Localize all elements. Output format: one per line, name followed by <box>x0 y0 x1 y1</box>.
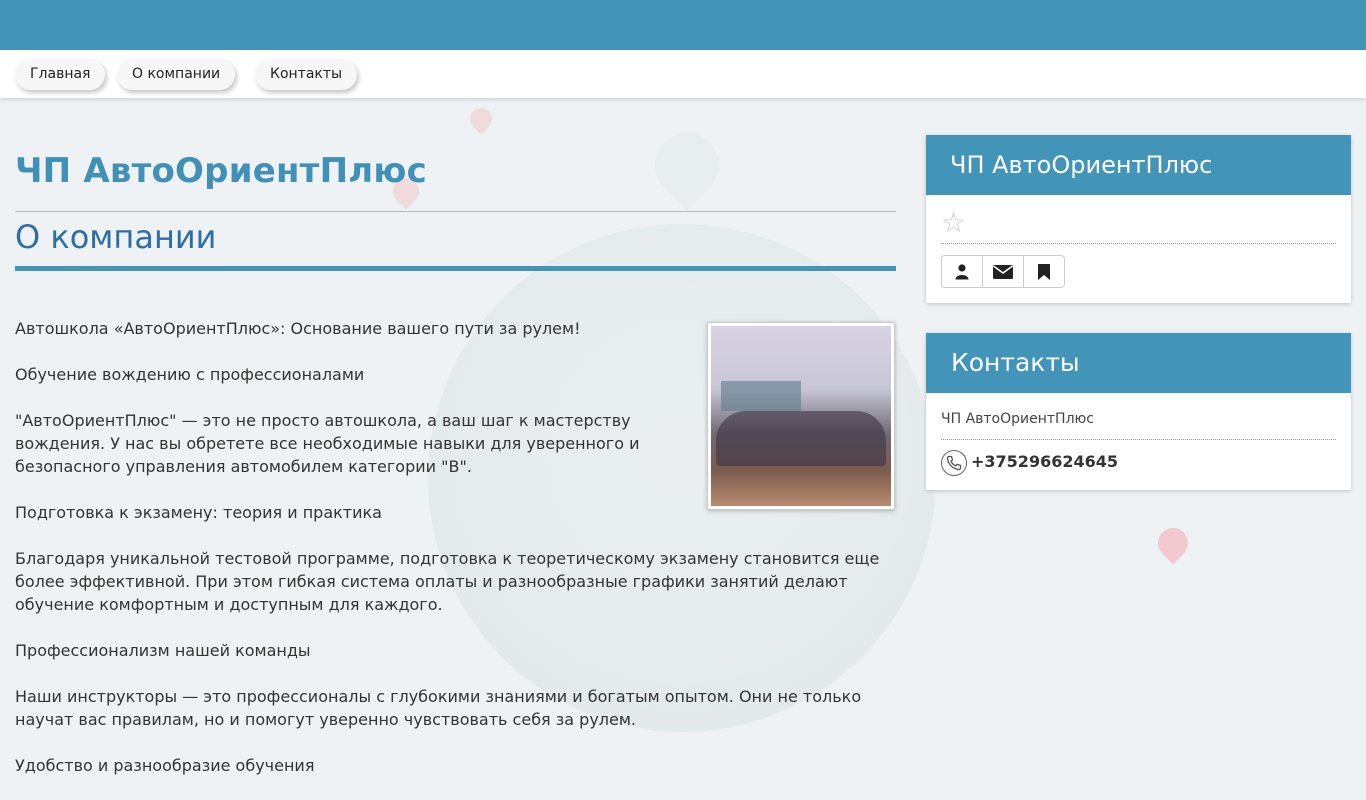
top-bar <box>0 0 1366 50</box>
bookmark-icon <box>1038 263 1050 280</box>
paragraph: Обучение вождению с профессионалами <box>15 365 365 384</box>
envelope-icon <box>993 264 1013 279</box>
paragraph: Подготовка к экзамену: теория и практика <box>15 503 382 522</box>
divider <box>15 211 896 212</box>
company-panel: ЧП АвтоОриентПлюс ☆ <box>926 135 1351 303</box>
nav-item-home[interactable]: Главная <box>15 59 106 90</box>
message-button[interactable] <box>983 256 1024 287</box>
divider <box>941 243 1336 244</box>
nav-item-contacts[interactable]: Контакты <box>255 59 358 90</box>
user-icon <box>955 263 969 279</box>
nav-bar: Главная О компании Контакты <box>0 50 1366 98</box>
contact-name: ЧП АвтоОриентПлюс <box>941 411 1095 427</box>
group-photo <box>707 322 895 510</box>
profile-button[interactable] <box>942 256 983 287</box>
paragraph: Автошкола «АвтоОриентПлюс»: Основание ва… <box>15 319 581 338</box>
divider <box>941 439 1336 440</box>
phone-number[interactable]: +375296624645 <box>971 452 1118 471</box>
phone-icon <box>941 450 967 476</box>
page-title: ЧП АвтоОриентПлюс <box>15 151 427 191</box>
map-pin-icon <box>1151 521 1195 565</box>
map-pin-icon <box>465 103 497 135</box>
paragraph: Благодаря уникальной тестовой программе,… <box>15 549 880 614</box>
about-text: Автошкола «АвтоОриентПлюс»: Основание ва… <box>15 317 879 800</box>
section-underline <box>15 266 896 271</box>
contacts-panel-title: Контакты <box>926 333 1351 393</box>
star-icon[interactable]: ☆ <box>941 209 966 237</box>
contacts-panel: Контакты ЧП АвтоОриентПлюс +375296624645 <box>926 333 1351 490</box>
company-panel-title: ЧП АвтоОриентПлюс <box>926 135 1351 195</box>
section-title: О компании <box>15 218 217 256</box>
bookmark-button[interactable] <box>1024 256 1064 287</box>
paragraph: Удобство и разнообразие обучения <box>15 756 315 775</box>
paragraph: Профессионализм нашей команды <box>15 641 311 660</box>
paragraph: Наши инструкторы — это профессионалы с г… <box>15 687 862 729</box>
paragraph: "АвтоОриентПлюс" — это не просто автошко… <box>15 411 640 476</box>
company-actions <box>941 255 1065 288</box>
nav-item-about[interactable]: О компании <box>117 59 236 90</box>
